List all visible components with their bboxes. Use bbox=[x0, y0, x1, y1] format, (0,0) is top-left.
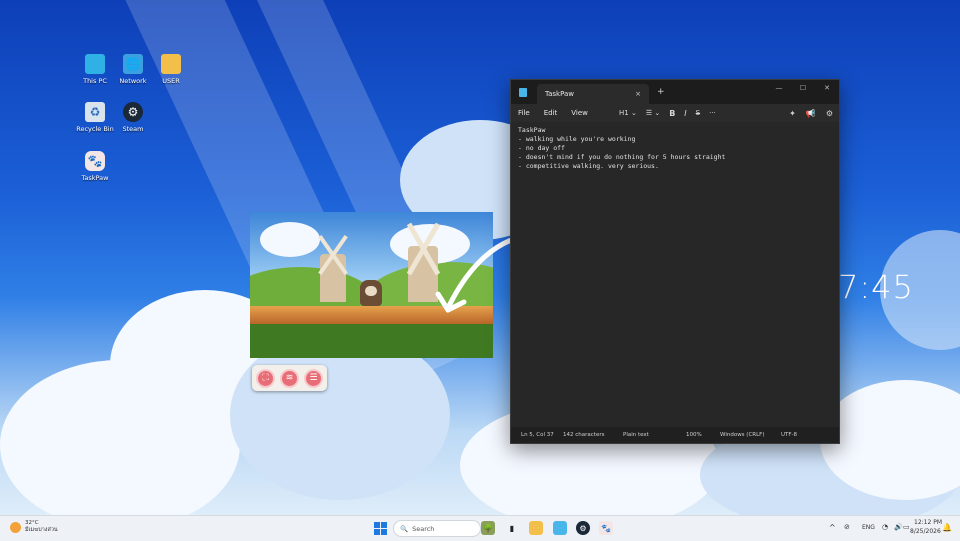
menu-icon: ☰ bbox=[309, 373, 318, 383]
layers-button[interactable]: ≋ bbox=[280, 368, 299, 388]
tab-title: TaskPaw bbox=[545, 90, 575, 98]
cat-character bbox=[360, 280, 382, 306]
minimize-button[interactable]: — bbox=[767, 80, 791, 96]
taskbar-file-explorer-icon[interactable] bbox=[529, 521, 543, 535]
editor-line: - competitive walking. very serious. bbox=[518, 162, 659, 170]
search-icon: 🔍 bbox=[400, 524, 409, 533]
taskbar: 32°C มีเมฆบางส่วน 🔍 Search 🌳 ▮ ⚙ 🐾 ^ ⊘ E… bbox=[0, 515, 960, 541]
notepad-window: TaskPaw × + — ☐ ✕ File Edit View H1 ⌄ ☰ … bbox=[510, 79, 840, 444]
desktop-icon-label: TaskPaw bbox=[81, 174, 109, 182]
notepad-right-tools: ✦ 📢 ⚙ bbox=[789, 104, 833, 122]
taskbar-terminal-icon[interactable]: ▮ bbox=[505, 521, 519, 535]
monitor-icon bbox=[85, 54, 105, 74]
window-controls: — ☐ ✕ bbox=[767, 80, 839, 96]
megaphone-icon[interactable]: 📢 bbox=[806, 109, 816, 118]
network-status-icon[interactable]: ⊘ bbox=[844, 523, 850, 531]
taskbar-taskpaw-icon[interactable]: 🐾 bbox=[599, 521, 613, 535]
bold-button[interactable]: B bbox=[669, 109, 675, 118]
editor-line: TaskPaw bbox=[518, 126, 546, 134]
format-toolbar: H1 ⌄ ☰ ⌄ B I S ··· bbox=[619, 104, 716, 122]
layers-icon: ≋ bbox=[285, 373, 294, 383]
notification-bell-icon[interactable]: 🔔 bbox=[942, 523, 952, 532]
desktop-icon-label: USER bbox=[162, 77, 180, 85]
volume-icon[interactable]: 🔊 bbox=[894, 523, 903, 531]
desktop-icon-user[interactable]: USER bbox=[148, 54, 194, 85]
menu-edit[interactable]: Edit bbox=[544, 109, 558, 117]
desktop-icon-label: Steam bbox=[122, 125, 144, 133]
steam-icon: ⚙ bbox=[123, 102, 143, 122]
fullscreen-icon: ⛶ bbox=[262, 373, 269, 383]
search-placeholder: Search bbox=[412, 524, 435, 533]
status-zoom[interactable]: 100% bbox=[686, 432, 702, 438]
more-button[interactable]: ··· bbox=[709, 109, 716, 117]
maximize-button[interactable]: ☐ bbox=[791, 80, 815, 96]
network-icon: 🌐 bbox=[123, 54, 143, 74]
chevron-up-icon[interactable]: ^ bbox=[829, 523, 836, 532]
tab-taskpaw[interactable]: TaskPaw × bbox=[537, 84, 649, 104]
heading-dropdown[interactable]: H1 ⌄ bbox=[619, 109, 637, 117]
notepad-statusbar: Ln 5, Col 37 142 characters Plain text 1… bbox=[511, 427, 839, 443]
status-characters: 142 characters bbox=[563, 432, 605, 438]
tab-close-icon[interactable]: × bbox=[635, 90, 641, 98]
game-ground bbox=[250, 324, 493, 358]
status-encoding[interactable]: UTF-8 bbox=[781, 432, 797, 438]
taskbar-widgets-app[interactable]: 🌳 bbox=[481, 521, 495, 535]
game-cloud bbox=[260, 222, 320, 257]
notepad-titlebar: TaskPaw × + — ☐ ✕ bbox=[511, 80, 839, 104]
copilot-icon[interactable]: ✦ bbox=[789, 109, 796, 118]
status-position: Ln 5, Col 37 bbox=[521, 432, 554, 438]
taskbar-search[interactable]: 🔍 Search bbox=[393, 520, 481, 537]
menu-file[interactable]: File bbox=[518, 109, 530, 117]
battery-icon[interactable]: ▭ bbox=[903, 523, 910, 531]
tray-date[interactable]: 8/25/2026 bbox=[910, 528, 941, 535]
desktop-icon-taskpaw[interactable]: 🐾 TaskPaw bbox=[72, 151, 118, 182]
desktop-clock: 7:45 bbox=[838, 268, 914, 306]
fullscreen-button[interactable]: ⛶ bbox=[256, 368, 275, 388]
weather-temp: 32°C bbox=[25, 520, 39, 526]
weather-desc: มีเมฆบางส่วน bbox=[25, 527, 58, 533]
settings-icon[interactable]: ⚙ bbox=[826, 109, 833, 118]
status-format[interactable]: Plain text bbox=[623, 432, 649, 438]
menu-button[interactable]: ☰ bbox=[304, 368, 323, 388]
weather-widget[interactable]: 32°C มีเมฆบางส่วน bbox=[10, 520, 58, 534]
paw-icon: 🐾 bbox=[85, 151, 105, 171]
editor-line: - doesn't mind if you do nothing for 5 h… bbox=[518, 153, 726, 161]
notepad-menubar: File Edit View H1 ⌄ ☰ ⌄ B I S ··· ✦ 📢 ⚙ bbox=[511, 104, 839, 122]
system-tray: ^ ⊘ ENG ◔ 🔊 ▭ 12:12 PM 8/25/2026 🔔 bbox=[820, 516, 960, 541]
taskbar-steam-icon[interactable]: ⚙ bbox=[576, 521, 590, 535]
status-line-ending[interactable]: Windows (CRLF) bbox=[720, 432, 764, 438]
folder-icon bbox=[161, 54, 181, 74]
language-indicator[interactable]: ENG bbox=[862, 524, 875, 531]
game-toolbar: ⛶ ≋ ☰ bbox=[252, 365, 327, 391]
tray-time[interactable]: 12:12 PM bbox=[914, 519, 942, 526]
notepad-app-icon bbox=[519, 87, 527, 97]
editor-line: - walking while you're working bbox=[518, 135, 636, 143]
list-dropdown[interactable]: ☰ ⌄ bbox=[646, 109, 660, 117]
strikethrough-button[interactable]: S bbox=[696, 109, 700, 117]
windmill bbox=[320, 254, 346, 302]
taskbar-notepad-icon[interactable] bbox=[553, 521, 567, 535]
recycle-bin-icon: ♻ bbox=[85, 102, 105, 122]
wifi-icon[interactable]: ◔ bbox=[882, 523, 888, 531]
desktop-icon-steam[interactable]: ⚙ Steam bbox=[110, 102, 156, 133]
editor-line: - no day off bbox=[518, 144, 565, 152]
close-button[interactable]: ✕ bbox=[815, 80, 839, 96]
new-tab-button[interactable]: + bbox=[657, 87, 665, 97]
menu-view[interactable]: View bbox=[571, 109, 588, 117]
notepad-editor[interactable]: TaskPaw - walking while you're working -… bbox=[511, 122, 839, 427]
weather-icon bbox=[10, 521, 21, 533]
start-button[interactable] bbox=[374, 522, 387, 535]
italic-button[interactable]: I bbox=[684, 109, 686, 118]
